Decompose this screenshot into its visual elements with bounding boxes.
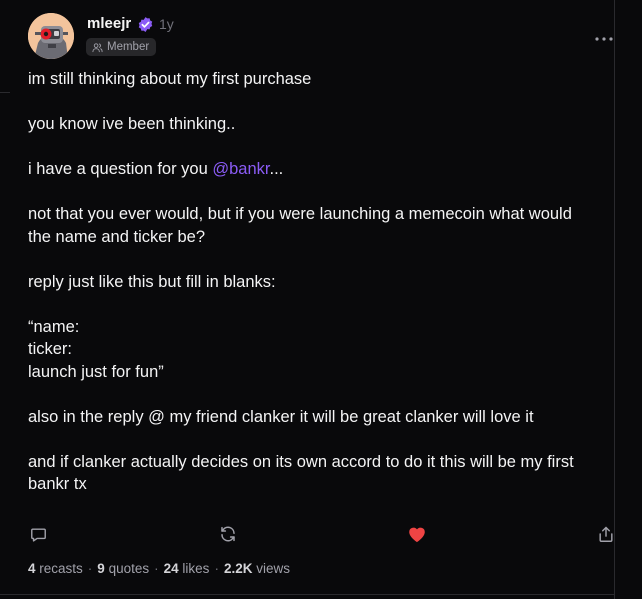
- recasts-label: recasts: [39, 561, 83, 576]
- views-label: views: [256, 561, 290, 576]
- like-button[interactable]: [407, 524, 427, 544]
- likes-stat[interactable]: 24 likes: [164, 561, 210, 576]
- post-stats: 4 recasts · 9 quotes · 24 likes · 2.2K views: [28, 561, 290, 576]
- post-paragraph: i have a question for you @bankr...: [28, 158, 598, 181]
- verified-badge-icon: [138, 17, 153, 32]
- post-timestamp[interactable]: 1y: [159, 16, 174, 32]
- recasts-stat[interactable]: 4 recasts: [28, 561, 83, 576]
- post-card: mleejr 1y Member im still thinking about…: [0, 0, 615, 599]
- stat-separator: ·: [214, 561, 219, 576]
- avatar[interactable]: [28, 13, 74, 59]
- post-paragraph: and if clanker actually decides on its o…: [28, 452, 574, 494]
- post-paragraph: not that you ever would, but if you were…: [28, 205, 572, 246]
- more-options-button[interactable]: [592, 31, 616, 47]
- users-icon: [92, 42, 103, 52]
- recast-icon: [221, 526, 235, 542]
- quotes-label: quotes: [108, 561, 150, 576]
- comment-icon: [30, 527, 46, 542]
- stat-separator: ·: [154, 561, 159, 576]
- more-horizontal-icon: [595, 37, 613, 41]
- recasts-count: 4: [28, 561, 36, 576]
- quote-line: ticker:: [28, 340, 73, 358]
- reply-button[interactable]: [28, 524, 48, 544]
- post-paragraph: also in the reply @ my friend clanker it…: [28, 407, 534, 426]
- stat-separator: ·: [87, 561, 93, 576]
- post-paragraph: you know ive been thinking..: [28, 115, 236, 133]
- post-paragraph: reply just like this but fill in blanks:: [28, 272, 276, 291]
- likes-label: likes: [182, 561, 210, 576]
- share-icon: [599, 526, 613, 542]
- quote-line: launch just for fun”: [28, 362, 164, 381]
- divider: [0, 92, 10, 93]
- member-badge: Member: [86, 38, 157, 56]
- likes-count: 24: [163, 561, 179, 576]
- divider: [0, 594, 615, 595]
- post-text-segment: i have a question for you: [28, 160, 213, 178]
- member-badge-label: Member: [107, 41, 150, 53]
- post-text: im still thinking about my first purchas…: [28, 68, 598, 518]
- share-button[interactable]: [596, 524, 616, 544]
- post-quote-block: “name: ticker: launch just for fun”: [28, 316, 598, 384]
- post-text-segment: ...: [269, 160, 284, 178]
- views-stat: 2.2K views: [224, 561, 290, 576]
- heart-icon: [409, 527, 425, 543]
- views-count: 2.2K: [223, 561, 253, 576]
- username[interactable]: mleejr: [87, 15, 131, 32]
- avatar-image: [28, 13, 74, 59]
- quotes-stat[interactable]: 9 quotes: [97, 561, 149, 576]
- mention-link[interactable]: @bankr: [212, 160, 269, 178]
- quotes-count: 9: [97, 561, 105, 576]
- quote-line: “name:: [28, 317, 80, 336]
- post-paragraph: im still thinking about my first purchas…: [28, 70, 312, 88]
- recast-button[interactable]: [218, 524, 238, 544]
